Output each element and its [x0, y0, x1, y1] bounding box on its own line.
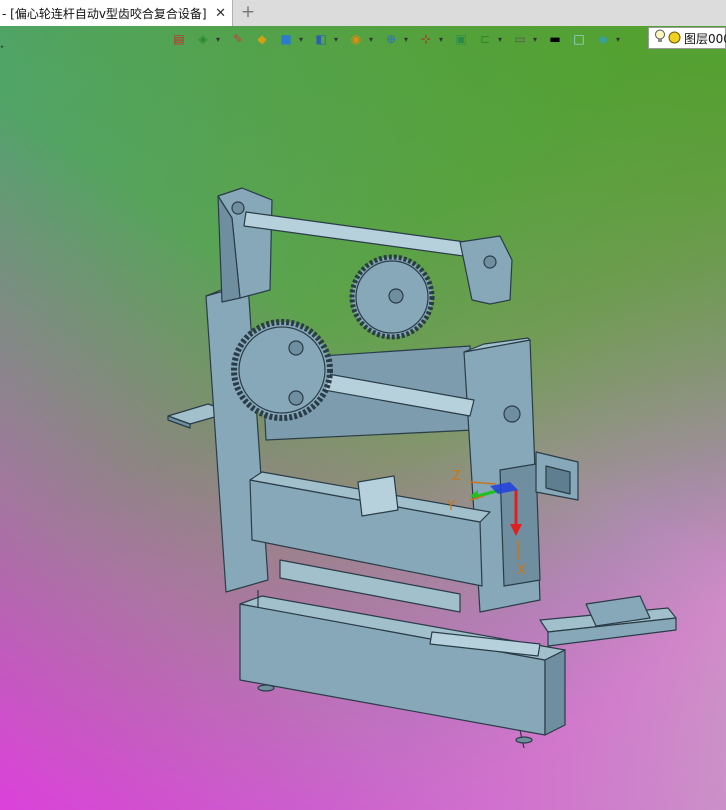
chevron-down-icon[interactable]: ▾ [439, 35, 446, 44]
lightbulb-icon[interactable] [654, 29, 666, 48]
cad-assembly-model[interactable]: Z Y X [0, 0, 726, 810]
render-icon[interactable]: ◉ [345, 29, 367, 49]
snap-icon[interactable]: ◈ [192, 29, 214, 49]
axis-y-label: Y [446, 499, 455, 514]
display-icon[interactable]: ▭ [509, 29, 531, 49]
view-corner-mark: ᐩ [0, 44, 4, 55]
layer-name: 图层000 [684, 31, 726, 46]
box-yellow-icon[interactable]: ◆ [251, 29, 273, 49]
zoom-icon[interactable]: ⊕ [380, 29, 402, 49]
layer-state-icon[interactable] [668, 29, 681, 48]
axis-x-label: X [517, 563, 526, 578]
view-toolbar: ▤ ◈ ▾ ✎ ◆ ■ ▾ ◧ ▾ ◉ ▾ ⊕ ▾ ⊹ ▾ ▣ ⊏ ▾ ▭ ▾ ▬ □ ◆ ▾ [168, 28, 625, 50]
chevron-down-icon[interactable]: ▾ [369, 35, 376, 44]
face-color-icon[interactable]: □ [568, 29, 590, 49]
grid-icon[interactable]: ⊏ [474, 29, 496, 49]
chevron-down-icon[interactable]: ▾ [498, 35, 505, 44]
chevron-down-icon[interactable]: ▾ [216, 35, 223, 44]
top-shaft [243, 211, 481, 259]
section-view-icon[interactable]: ◧ [310, 29, 332, 49]
axis-z-label: Z [452, 469, 461, 484]
pen-icon[interactable]: ✎ [227, 29, 249, 49]
chevron-down-icon[interactable]: ▾ [533, 35, 540, 44]
cylinder-block [357, 475, 399, 517]
layer-selector[interactable]: 图层000 [648, 27, 726, 49]
axis-icon[interactable]: ⊹ [415, 29, 437, 49]
fit-icon[interactable]: ▣ [450, 29, 472, 49]
cube-view-icon[interactable]: ■ [275, 29, 297, 49]
left-gear [231, 319, 333, 421]
top-right-bracket [459, 235, 513, 305]
chevron-down-icon[interactable]: ▾ [299, 35, 306, 44]
upper-gear [349, 254, 435, 340]
chevron-down-icon[interactable]: ▾ [334, 35, 341, 44]
layers-icon[interactable]: ◆ [592, 29, 614, 49]
line-color-icon[interactable]: ▬ [544, 29, 566, 49]
dimension-icon[interactable]: ▤ [168, 29, 190, 49]
chevron-down-icon[interactable]: ▾ [616, 35, 623, 44]
chevron-down-icon[interactable]: ▾ [404, 35, 411, 44]
